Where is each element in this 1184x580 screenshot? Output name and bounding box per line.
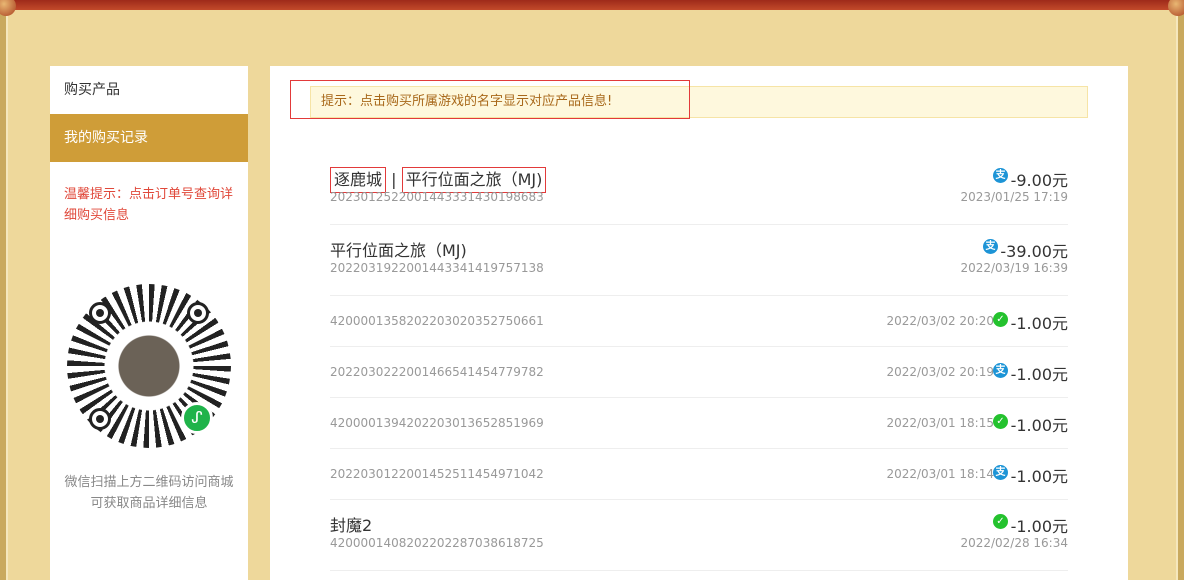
- qr-eye-icon: [187, 302, 209, 324]
- order-number-link[interactable]: 4200001394202203013652851969: [330, 416, 544, 430]
- record-row[interactable]: 逐鹿城 | 平行位面之旅（MJ) 20230125220014433314301…: [330, 154, 1068, 225]
- record-row[interactable]: 平行位面之旅（MJ) 2022031922001443341419757138 …: [330, 225, 1068, 296]
- wechat-pay-icon: ✓: [993, 514, 1008, 529]
- qr-eye-icon: [89, 408, 111, 430]
- record-row[interactable]: 4200001394202203013652851969 2022/03/01 …: [330, 398, 1068, 449]
- order-number-link[interactable]: 4200001358202203020352750661: [330, 314, 544, 328]
- alipay-icon: 支: [993, 363, 1008, 378]
- record-amount: -1.00元: [1010, 365, 1068, 384]
- record-time: 2022/03/02 20:20: [886, 314, 994, 328]
- qr-caption: 微信扫描上方二维码访问商城可获取商品详细信息: [64, 475, 234, 511]
- frame-top-border: [0, 0, 1184, 10]
- record-time: 2023/01/25 17:19: [960, 190, 1068, 204]
- order-number-link[interactable]: 2023012522001443331430198683: [330, 190, 544, 204]
- record-row[interactable]: 4200001358202203020352750661 2022/03/02 …: [330, 296, 1068, 347]
- record-title: 逐鹿城 | 平行位面之旅（MJ): [330, 166, 547, 193]
- record-row[interactable]: 封魔2 4200001408202202287038618725 ✓ -1.00…: [330, 500, 1068, 571]
- sidebar: 购买产品 我的购买记录 温馨提示：点击订单号查询详细购买信息 ᔑ 微信扫描上方二…: [50, 66, 248, 580]
- record-time: 2022/03/02 20:19: [886, 365, 994, 379]
- record-amount: -1.00元: [1010, 517, 1068, 536]
- record-row[interactable]: 2022030222001466541454779782 2022/03/02 …: [330, 347, 1068, 398]
- order-number-link[interactable]: 2022031922001443341419757138: [330, 261, 544, 275]
- main-panel: 提示：点击购买所属游戏的名字显示对应产品信息! 逐鹿城 | 平行位面之旅（MJ)…: [270, 66, 1128, 580]
- record-amount: -1.00元: [1010, 467, 1068, 486]
- record-row[interactable]: 2022030122001452511454971042 2022/03/01 …: [330, 449, 1068, 500]
- order-number-link[interactable]: 2022030222001466541454779782: [330, 365, 544, 379]
- wechat-pay-icon: ✓: [993, 312, 1008, 327]
- record-amount: -1.00元: [1010, 314, 1068, 333]
- product-name-link[interactable]: 平行位面之旅（MJ): [330, 237, 467, 261]
- sidebar-item-buy-products[interactable]: 购买产品: [50, 66, 248, 114]
- purchase-record-list: 逐鹿城 | 平行位面之旅（MJ) 20230125220014433314301…: [330, 154, 1068, 571]
- sidebar-item-purchase-records[interactable]: 我的购买记录: [50, 114, 248, 162]
- record-amount: -1.00元: [1010, 416, 1068, 435]
- sidebar-tip: 温馨提示：点击订单号查询详细购买信息: [64, 187, 234, 223]
- miniprogram-icon: ᔑ: [181, 402, 213, 434]
- product-name-link[interactable]: 封魔2: [330, 512, 372, 536]
- wechat-pay-icon: ✓: [993, 414, 1008, 429]
- alipay-icon: 支: [993, 465, 1008, 480]
- record-time: 2022/02/28 16:34: [960, 536, 1068, 550]
- title-separator: |: [391, 170, 397, 189]
- record-time: 2022/03/19 16:39: [960, 261, 1068, 275]
- record-amount: -39.00元: [1000, 242, 1068, 261]
- alipay-icon: 支: [993, 168, 1008, 183]
- miniprogram-qr-code: ᔑ: [67, 284, 231, 448]
- qr-eye-icon: [89, 302, 111, 324]
- notice-banner: 提示：点击购买所属游戏的名字显示对应产品信息!: [310, 86, 1088, 118]
- alipay-icon: 支: [983, 239, 998, 254]
- record-time: 2022/03/01 18:14: [886, 467, 994, 481]
- order-number-link[interactable]: 2022030122001452511454971042: [330, 467, 544, 481]
- record-amount: -9.00元: [1010, 171, 1068, 190]
- order-number-link[interactable]: 4200001408202202287038618725: [330, 536, 544, 550]
- record-time: 2022/03/01 18:15: [886, 416, 994, 430]
